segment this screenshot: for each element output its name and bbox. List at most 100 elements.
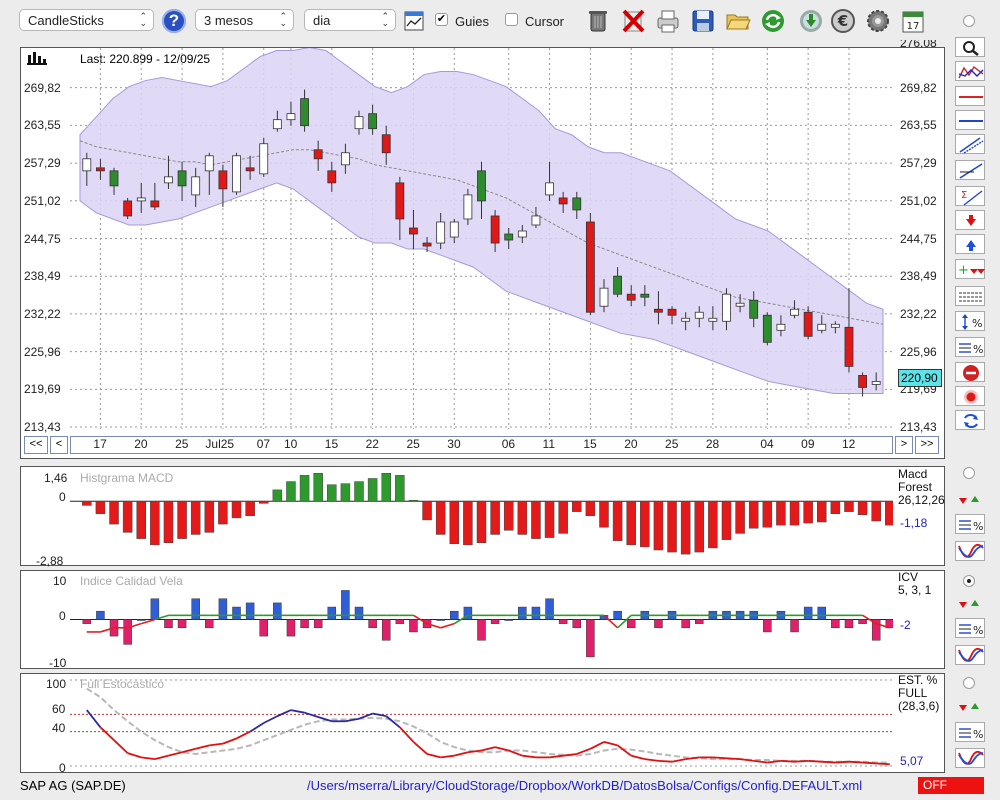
stoch-k-line (86, 709, 102, 728)
macd-histogram[interactable] (70, 467, 893, 565)
zoom-tool-button[interactable] (955, 37, 985, 57)
stop-tool-button[interactable] (955, 362, 985, 382)
arrow-down-red-tool-button[interactable] (955, 210, 985, 230)
grid-lines-tool-button[interactable] (955, 286, 985, 306)
icv-bar (259, 619, 268, 637)
fibonacci-tool-button[interactable]: % (955, 311, 985, 331)
save-icon[interactable] (689, 7, 717, 35)
period-select[interactable]: 3 mesos ⌃ ⌄ (195, 9, 294, 31)
candle-body (422, 242, 432, 247)
macd-radio[interactable] (963, 467, 975, 479)
gear-icon[interactable] (864, 7, 892, 35)
euro-icon[interactable]: € (829, 7, 857, 35)
candle-body (232, 155, 241, 193)
arrow-up-blue-tool-button[interactable] (955, 234, 985, 254)
svg-text:%: % (973, 343, 983, 356)
help-icon[interactable]: ? (162, 9, 186, 33)
icv-bar (558, 619, 568, 624)
icv-bar (273, 602, 282, 620)
candle-body (272, 119, 282, 130)
stoch-tick-100: 100 (46, 677, 67, 691)
stoch-k-line (780, 759, 795, 763)
main-panel-radio[interactable] (963, 15, 975, 27)
candle-body (259, 143, 269, 175)
candle-body (613, 275, 623, 295)
icv-bar (436, 619, 445, 621)
trendline-tool-button[interactable] (955, 160, 985, 180)
nav-last-button[interactable]: >> (915, 436, 939, 454)
svg-text:%: % (972, 317, 982, 330)
stoch-k-line (876, 762, 890, 766)
signal-arrows-button[interactable] (955, 594, 985, 614)
x-tick: 25 (406, 437, 420, 451)
cursor-checkbox[interactable] (505, 13, 518, 26)
stoch-radio[interactable] (963, 677, 975, 689)
record-tool-button[interactable] (955, 386, 985, 406)
horizontal-line-red-tool-button[interactable] (955, 86, 985, 106)
macd-bar (449, 501, 460, 545)
macd-bar (490, 501, 500, 535)
trash-icon[interactable] (584, 7, 612, 35)
interval-select[interactable]: dia ⌃ ⌄ (304, 9, 396, 31)
icv-bar (626, 619, 636, 629)
bar-chart-icon[interactable] (27, 51, 47, 67)
refresh-icon[interactable] (759, 7, 787, 35)
nav-first-button[interactable]: << (24, 436, 48, 454)
nav-prev-button[interactable]: < (50, 436, 68, 454)
status-off-badge[interactable]: OFF (918, 777, 984, 794)
icv-radio[interactable] (963, 575, 975, 587)
icv-chart[interactable] (70, 571, 893, 668)
x-tick: 20 (624, 437, 638, 451)
stop-icon (963, 365, 979, 381)
percent-lines-tool-button[interactable]: % (955, 337, 985, 357)
percent-lines-button[interactable]: % (955, 514, 985, 534)
oscillator-curve-button[interactable] (955, 645, 985, 665)
percent-lines-icon: % (959, 728, 983, 741)
percent-lines-button[interactable]: % (955, 722, 985, 742)
download-icon[interactable] (797, 7, 825, 35)
print-icon[interactable] (654, 7, 682, 35)
stoch-k-line (794, 759, 809, 763)
y-tick-left: 238,49 (24, 269, 61, 284)
macd-bar (245, 501, 255, 517)
stoch-value: 5,07 (900, 754, 924, 768)
calendar-icon[interactable]: 17 (899, 7, 927, 35)
macd-bar (640, 501, 650, 548)
swap-tool-button[interactable] (955, 410, 985, 430)
oscillator-curve-button[interactable] (955, 541, 985, 561)
chart-settings-icon[interactable] (404, 11, 424, 31)
oscillator-curve-button[interactable] (955, 748, 985, 768)
macd-bar (694, 501, 705, 553)
y-tick-right: 213,43 (900, 420, 937, 434)
delete-icon[interactable] (619, 7, 647, 35)
candlestick-chart[interactable] (70, 48, 893, 429)
stoch-k-line (726, 757, 741, 761)
percent-lines-button[interactable]: % (955, 618, 985, 638)
config-path[interactable]: /Users/mserra/Library/CloudStorage/Dropb… (307, 778, 862, 793)
nav-next-button[interactable]: > (895, 436, 913, 454)
guides-checkbox[interactable]: ✔ (435, 13, 448, 26)
sigma-tool-button[interactable]: Σ (955, 186, 985, 206)
channel-tool-button[interactable] (955, 134, 985, 154)
macd-bar (708, 501, 718, 549)
y-tick-right: 251,02 (900, 193, 937, 208)
add-signal-tool-button[interactable]: + (955, 259, 985, 279)
candle-body (191, 176, 201, 196)
x-tick: 20 (134, 437, 148, 451)
bollinger-tool-button[interactable] (955, 61, 985, 81)
candle-body (96, 167, 105, 172)
y-tick-left: 219,69 (24, 382, 61, 397)
candle-body (327, 170, 337, 184)
signal-arrows-button[interactable] (955, 697, 985, 717)
record-icon (964, 390, 978, 404)
arrow-down-red-icon (966, 215, 976, 226)
candle-body (286, 113, 296, 121)
icv-bar (96, 610, 105, 620)
chart-type-select[interactable]: CandleSticks ⌃ ⌄ (19, 9, 154, 31)
stoch-k-line (821, 760, 836, 764)
signal-arrows-button[interactable] (955, 490, 985, 510)
stoch-chart[interactable] (70, 674, 893, 772)
folder-open-icon[interactable] (724, 7, 752, 35)
candle-body (504, 233, 514, 241)
horizontal-line-blue-tool-button[interactable] (955, 110, 985, 130)
